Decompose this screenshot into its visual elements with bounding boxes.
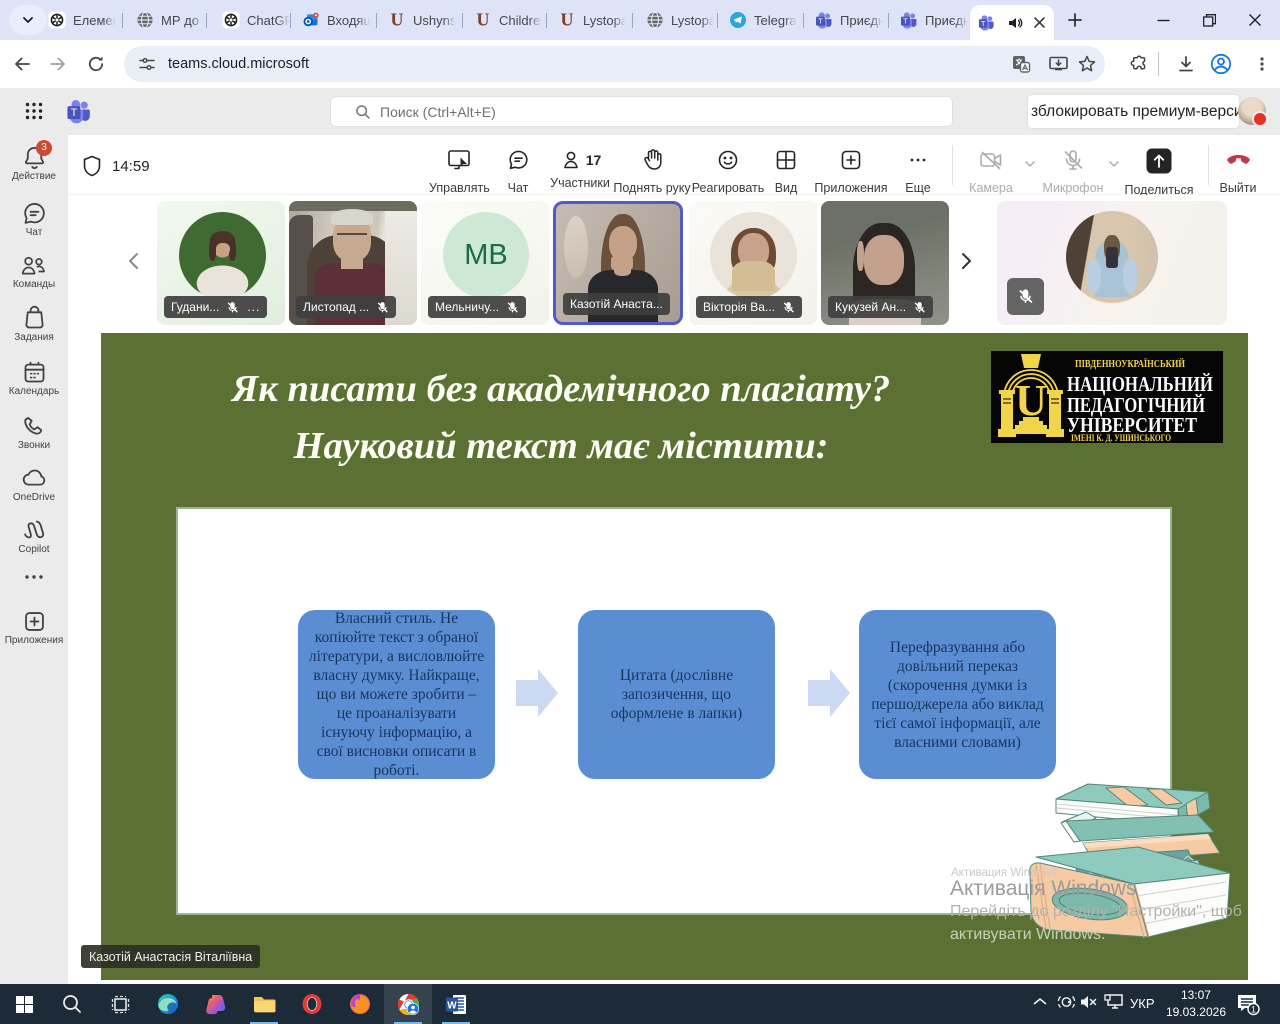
svg-text:W: W [447,1000,457,1011]
svg-text:T: T [818,17,823,26]
svg-text:T: T [71,107,78,119]
svg-text:ПІВДЕННОУКРАЇНСЬКИЙ: ПІВДЕННОУКРАЇНСЬКИЙ [1075,357,1185,370]
svg-text:T: T [903,17,908,26]
svg-text:U: U [561,11,574,29]
svg-text:ІМЕНІ К. Д. УШИНСЬКОГО: ІМЕНІ К. Д. УШИНСЬКОГО [1071,434,1171,443]
svg-text:T: T [981,20,986,28]
svg-text:U: U [391,11,404,29]
svg-text:U: U [477,11,490,29]
svg-text:1: 1 [1251,1005,1256,1015]
